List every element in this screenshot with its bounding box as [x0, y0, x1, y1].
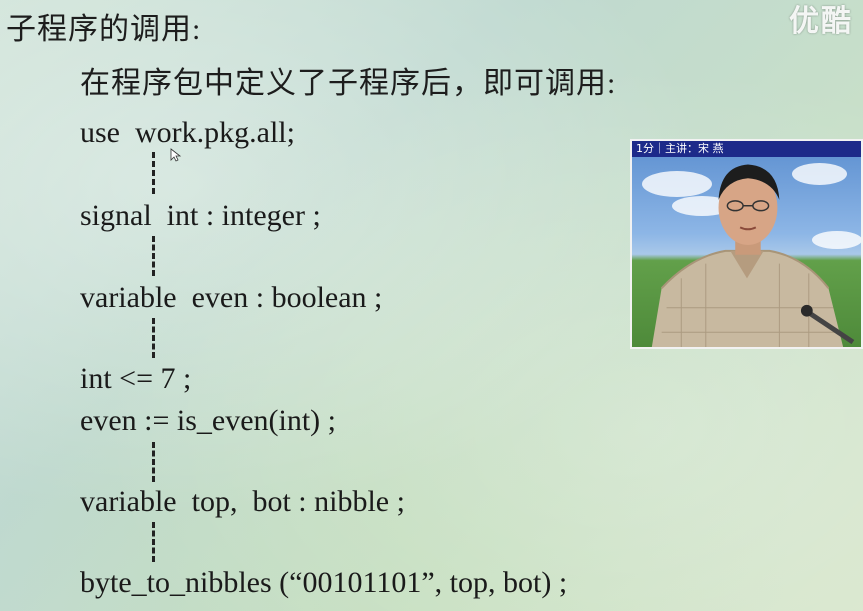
ellipsis-divider: [152, 236, 159, 276]
lecturer-video-inset: 1分｜主讲：宋 燕: [630, 139, 863, 349]
code-line-use: use work.pkg.all;: [80, 116, 295, 149]
ellipsis-divider: [152, 442, 159, 482]
lecturer-figure: [651, 164, 855, 347]
slide-subheading: 在程序包中定义了子程序后，即可调用:: [80, 67, 617, 100]
code-line-variable-top-bot: variable top, bot : nibble ;: [80, 485, 405, 518]
ellipsis-divider: [152, 522, 159, 562]
code-line-int-assign: int <= 7 ;: [80, 362, 192, 395]
slide-heading: 子程序的调用:: [6, 13, 202, 46]
youku-watermark: 优酷: [789, 4, 853, 39]
code-line-even-assign: even := is_even(int) ;: [80, 404, 337, 437]
mouse-cursor-icon: [170, 148, 182, 162]
ellipsis-divider: [152, 152, 159, 194]
video-caption-bar: 1分｜主讲：宋 燕: [632, 141, 861, 157]
code-line-byte-to-nibbles: byte_to_nibbles (“00101101”, top, bot) ;: [80, 566, 568, 599]
ellipsis-divider: [152, 318, 159, 358]
code-line-signal: signal int : integer ;: [80, 199, 321, 232]
code-line-variable-even: variable even : boolean ;: [80, 281, 383, 314]
